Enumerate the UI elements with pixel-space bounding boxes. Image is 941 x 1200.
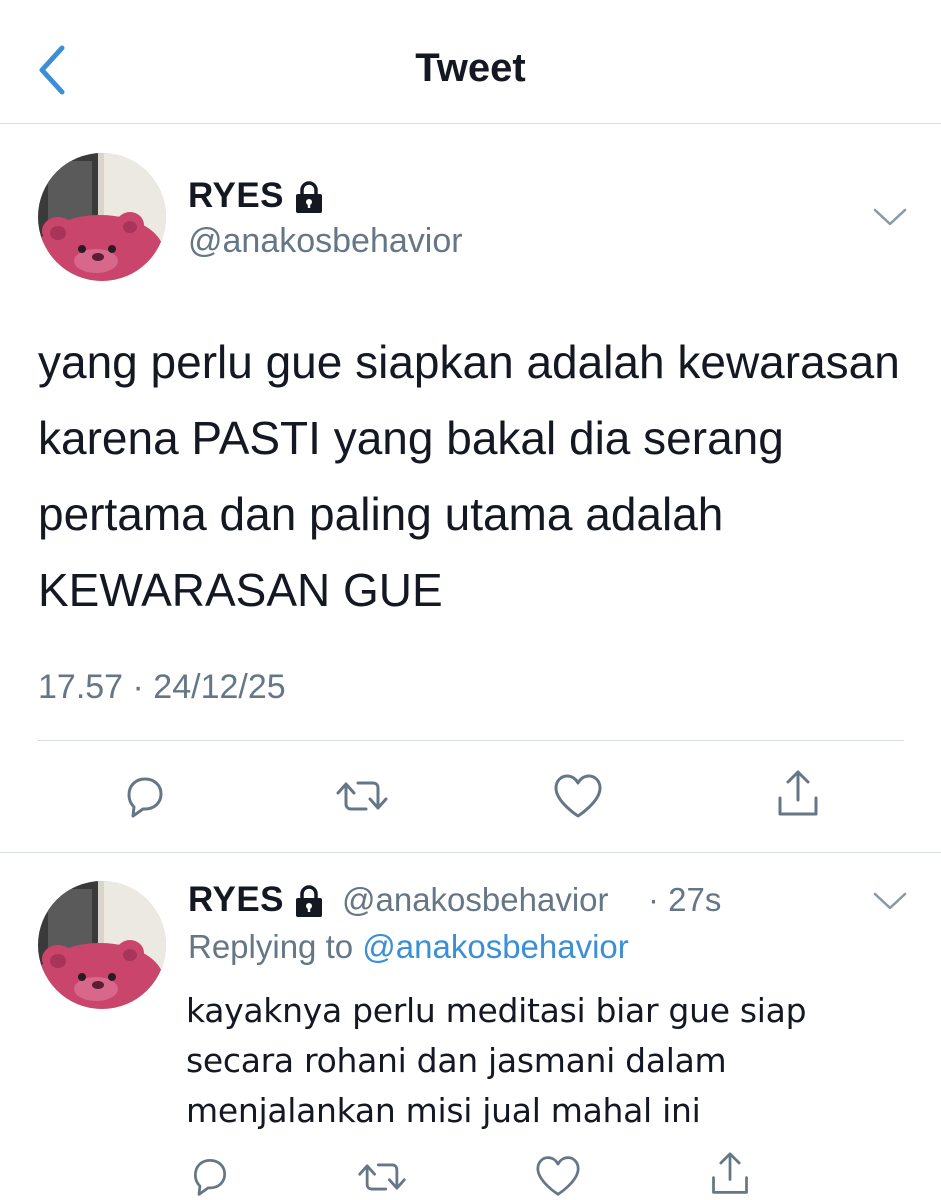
like-icon[interactable] <box>552 772 604 820</box>
reply-icon[interactable] <box>121 772 169 820</box>
divider <box>38 740 904 741</box>
avatar[interactable] <box>38 153 166 281</box>
author-handle[interactable]: @anakosbehavior <box>188 222 463 261</box>
reply-author-name[interactable]: RYES <box>188 880 284 920</box>
tweet-text: yang perlu gue siapkan adalah kewarasan … <box>38 336 900 616</box>
share-icon[interactable] <box>708 1150 752 1198</box>
retweet-icon[interactable] <box>334 776 390 816</box>
reply-author-handle[interactable]: @anakosbehavior <box>342 881 609 919</box>
chevron-down-icon[interactable] <box>872 206 908 228</box>
retweet-icon[interactable] <box>356 1158 408 1196</box>
author-name[interactable]: RYES <box>188 176 284 216</box>
page-title: Tweet <box>415 46 526 90</box>
replying-prefix: Replying to <box>188 928 354 965</box>
divider <box>0 852 941 853</box>
lock-icon <box>296 885 322 917</box>
share-icon[interactable] <box>774 768 822 820</box>
reply-avatar[interactable] <box>38 881 166 1009</box>
reply-icon[interactable] <box>188 1154 232 1198</box>
replying-handle-link[interactable]: @anakosbehavior <box>362 928 629 965</box>
tweet-timestamp: 17.57 · 24/12/25 <box>38 668 286 706</box>
chevron-down-icon[interactable] <box>872 890 908 912</box>
like-icon[interactable] <box>534 1154 582 1198</box>
replying-to: Replying to @anakosbehavior <box>188 928 629 966</box>
reply-time: · 27s <box>648 881 722 918</box>
lock-icon <box>296 181 322 213</box>
reply-text: kayaknya perlu meditasi biar gue siap se… <box>186 991 807 1130</box>
top-nav-bar: Tweet <box>0 0 941 124</box>
